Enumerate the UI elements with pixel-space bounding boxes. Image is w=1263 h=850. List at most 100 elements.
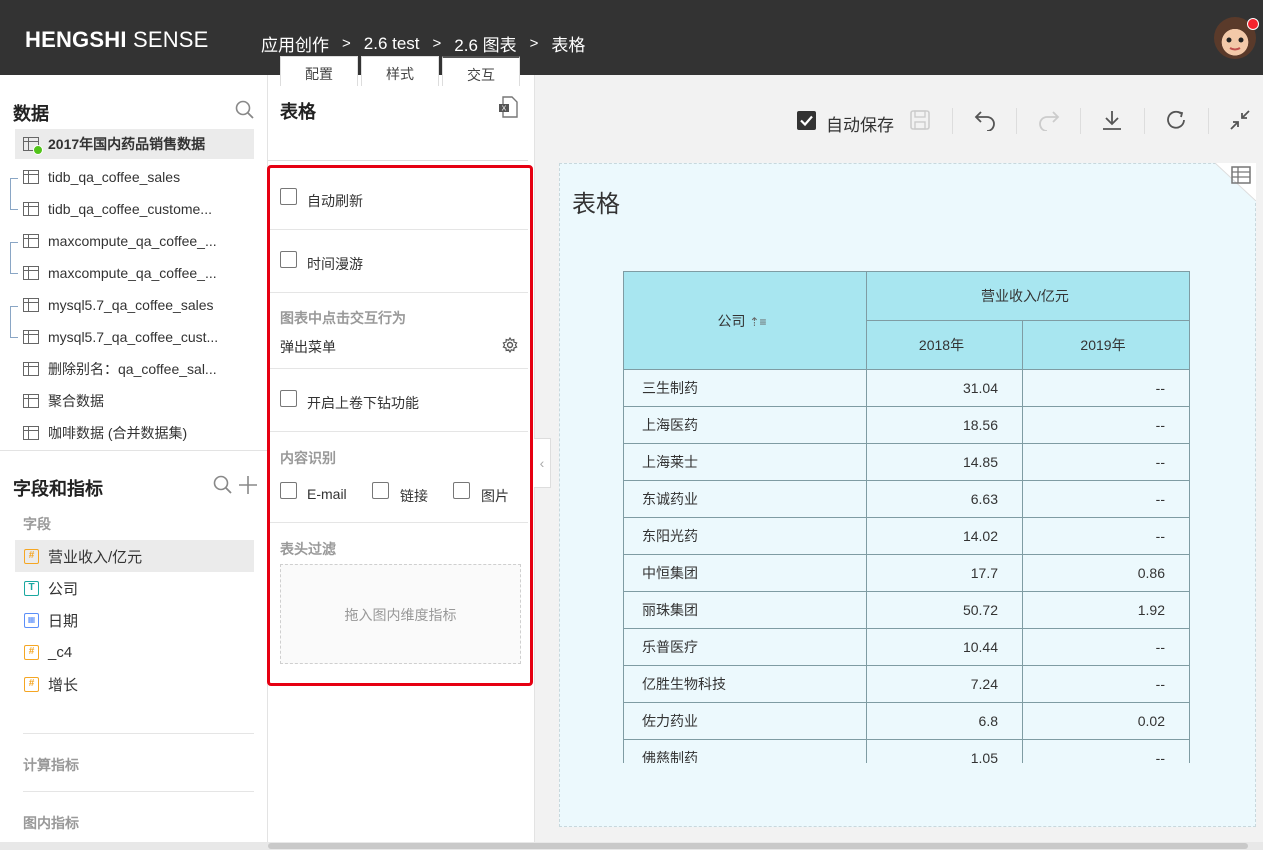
cell-2019: 1.92 [1022,591,1190,629]
dataset-label: maxcompute_qa_coffee_... [48,265,217,281]
divider [23,791,254,792]
excel-export-icon[interactable]: X [498,96,518,123]
tab-style[interactable]: 样式 [361,56,439,86]
table-row[interactable]: 上海莱士 14.85 -- [623,443,1190,481]
highlight-box [267,165,533,686]
table-row[interactable]: 东诚药业 6.63 -- [623,480,1190,518]
tab-bar-line [268,160,528,161]
table-row[interactable]: 东阳光药 14.02 -- [623,517,1190,555]
field-item[interactable]: T 公司 [15,572,254,604]
field-label: 日期 [48,612,79,630]
cell-2018: 1.05 [866,739,1023,763]
cell-company: 亿胜生物科技 [623,665,867,703]
cell-company: 乐普医疗 [623,628,867,666]
table-icon [23,426,39,440]
toolbar-separator [1080,108,1081,134]
table-row[interactable]: 丽珠集团 50.72 1.92 [623,591,1190,629]
redo-icon[interactable] [1037,109,1061,136]
chart-title: 表格 [572,191,620,218]
brand-logo[interactable]: HENGSHI SENSE [25,27,209,53]
field-item[interactable]: # _c4 [15,636,254,668]
header-company[interactable]: 公司 ⇡≡ [623,271,867,370]
dataset-item[interactable]: 删除别名：qa_coffee_sal... [15,354,254,384]
cell-2018: 50.72 [866,591,1023,629]
field-item[interactable]: # 营业收入/亿元 [15,540,254,572]
dataset-label: 删除别名：qa_coffee_sal... [48,361,217,377]
breadcrumb-separator: > [529,35,539,52]
table-row[interactable]: 上海医药 18.56 -- [623,406,1190,444]
dataset-label: tidb_qa_coffee_sales [48,169,181,185]
dataset-item[interactable]: mysql5.7_qa_coffee_sales [15,290,254,320]
toolbar-separator [1016,108,1017,134]
breadcrumb-item[interactable]: 2.6 test [364,34,420,54]
field-label: 营业收入/亿元 [48,548,143,566]
svg-text:X: X [502,106,507,113]
date-type-icon: ▦ [24,612,39,628]
field-item[interactable]: ▦ 日期 [15,604,254,636]
breadcrumb-separator: > [342,35,351,52]
table-row[interactable]: 亿胜生物科技 7.24 -- [623,665,1190,703]
table-row[interactable]: 乐普医疗 10.44 -- [623,628,1190,666]
number-type-icon: # [24,676,39,692]
table-row[interactable]: 佛慈制药 1.05 -- [623,739,1190,763]
table-row[interactable]: 佐力药业 6.8 0.02 [623,702,1190,740]
table-icon [23,298,39,312]
inchart-metrics-heading: 图内指标 [23,815,79,831]
dataset-item[interactable]: tidb_qa_coffee_custome... [15,194,254,224]
autosave-checkbox[interactable] [797,111,816,130]
toolbar-separator [952,108,953,134]
dataset-item[interactable]: maxcompute_qa_coffee_... [15,226,254,256]
tab-config[interactable]: 配置 [280,56,358,86]
download-icon[interactable] [1101,109,1123,136]
collapse-fullscreen-icon[interactable] [1229,109,1251,136]
divider [23,733,254,734]
dataset-item[interactable]: 聚合数据 [15,386,254,416]
dataset-item[interactable]: tidb_qa_coffee_sales [15,162,254,192]
toolbar-separator [1208,108,1209,134]
header-revenue[interactable]: 营业收入/亿元 [866,271,1190,321]
add-icon[interactable] [238,475,258,500]
chart-corner-menu-icon[interactable] [1214,162,1257,202]
cell-company: 上海莱士 [623,443,867,481]
breadcrumb-item[interactable]: 2.6 图表 [454,31,516,56]
breadcrumb-item[interactable]: 应用创作 [261,31,329,56]
dataset-item[interactable]: mysql5.7_qa_coffee_cust... [15,322,254,352]
cell-company: 上海医药 [623,406,867,444]
undo-icon[interactable] [973,109,997,136]
search-icon[interactable] [235,100,255,125]
field-label: 公司 [48,580,79,598]
scrollbar-thumb[interactable] [268,843,1248,849]
header-year[interactable]: 2019年 [1022,320,1190,370]
search-icon[interactable] [213,475,233,500]
cell-2019: -- [1022,739,1190,763]
cell-2018: 14.85 [866,443,1023,481]
dataset-item[interactable]: maxcompute_qa_coffee_... [15,258,254,288]
save-icon[interactable] [909,109,931,136]
panel-divider [0,450,267,451]
breadcrumb-separator: > [432,35,442,52]
sort-icon[interactable]: ⇡≡ [749,315,766,329]
calc-metrics-heading: 计算指标 [23,757,79,773]
dataset-item[interactable]: 2017年国内药品销售数据 [15,129,254,159]
cell-company: 东诚药业 [623,480,867,518]
dataset-item[interactable]: 咖啡数据 (合并数据集) [15,418,254,448]
data-table-container[interactable]: 公司 ⇡≡ 营业收入/亿元 2018年 2019年 三生制药 31.04 -- 上海医… [623,271,1190,763]
refresh-icon[interactable] [1165,109,1187,136]
cell-2018: 10.44 [866,628,1023,666]
table-row[interactable]: 中恒集团 17.7 0.86 [623,554,1190,592]
text-type-icon: T [24,580,39,596]
table-row[interactable]: 三生制药 31.04 -- [623,369,1190,407]
cell-2019: 0.02 [1022,702,1190,740]
cell-2019: -- [1022,443,1190,481]
header-year[interactable]: 2018年 [866,320,1023,370]
data-table: 公司 ⇡≡ 营业收入/亿元 2018年 2019年 三生制药 31.04 -- 上海医… [623,271,1190,763]
dataset-label: maxcompute_qa_coffee_... [48,233,217,249]
cell-company: 东阳光药 [623,517,867,555]
cell-company: 佐力药业 [623,702,867,740]
field-item[interactable]: # 增长 [15,668,254,700]
table-icon [23,394,39,408]
tab-interaction[interactable]: 交互 [442,56,520,86]
collapse-panel-handle[interactable]: ‹ [534,438,551,488]
cell-2018: 18.56 [866,406,1023,444]
breadcrumb: 应用创作 > 2.6 test > 2.6 图表 > 表格 [261,31,585,56]
